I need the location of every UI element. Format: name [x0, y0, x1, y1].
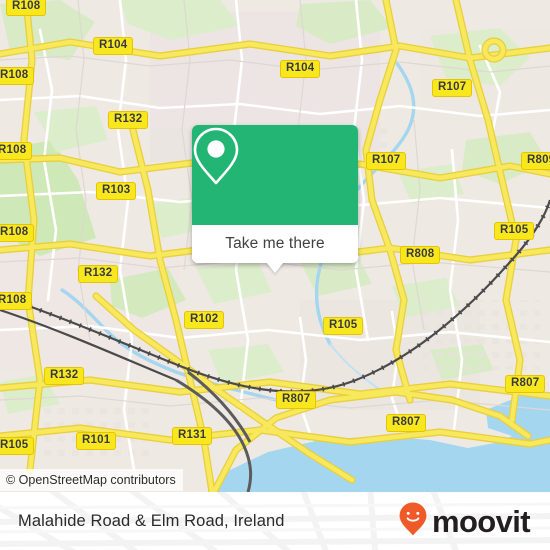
road-shield-label: R102	[184, 311, 225, 329]
road-shield-label: R807	[505, 375, 546, 393]
moovit-logo[interactable]: moovit	[398, 492, 531, 550]
take-me-there-button[interactable]: Take me there	[192, 225, 358, 263]
footer-bar: Malahide Road & Elm Road, Ireland moovit	[0, 492, 550, 550]
moovit-pin-smile-icon	[398, 501, 428, 542]
screenshot-root: R108 R104 R108 R104 R107 R132 R108 R107 R809 R103…	[0, 0, 550, 550]
road-shield-label: R108	[0, 67, 35, 85]
road-shield-label: R108	[0, 224, 35, 242]
road-shield-label: R807	[276, 391, 317, 409]
road-shield-label: R131	[172, 427, 213, 445]
location-popup-card[interactable]: Take me there	[192, 125, 358, 273]
road-shield-label: R108	[0, 142, 33, 160]
road-shield-label: R101	[76, 432, 117, 450]
location-title: Malahide Road & Elm Road, Ireland	[18, 511, 285, 530]
road-shield-label: R104	[280, 60, 321, 78]
road-shield-label: R809	[521, 152, 550, 170]
road-shield-label: R808	[400, 246, 441, 264]
road-shield-label: R107	[366, 152, 407, 170]
popup-icon-panel	[192, 125, 358, 225]
road-shield-label: R108	[0, 292, 33, 310]
road-shield-label: R132	[108, 111, 149, 129]
osm-attribution[interactable]: © OpenStreetMap contributors	[0, 469, 183, 491]
road-shield-label: R104	[93, 37, 134, 55]
road-shield-label: R105	[494, 222, 535, 240]
map-canvas[interactable]: R108 R104 R108 R104 R107 R132 R108 R107 R809 R103…	[0, 0, 550, 492]
road-shield-label: R108	[6, 0, 47, 16]
road-shield-label: R103	[96, 182, 137, 200]
road-shield-label: R105	[0, 437, 35, 455]
moovit-wordmark: moovit	[431, 503, 531, 539]
road-shield-label: R807	[386, 414, 427, 432]
road-shield-label: R132	[44, 367, 85, 385]
road-shield-label: R107	[432, 79, 473, 97]
road-shield-label: R132	[78, 265, 119, 283]
road-shield-label: R105	[323, 317, 364, 335]
popup-pointer	[266, 262, 284, 273]
